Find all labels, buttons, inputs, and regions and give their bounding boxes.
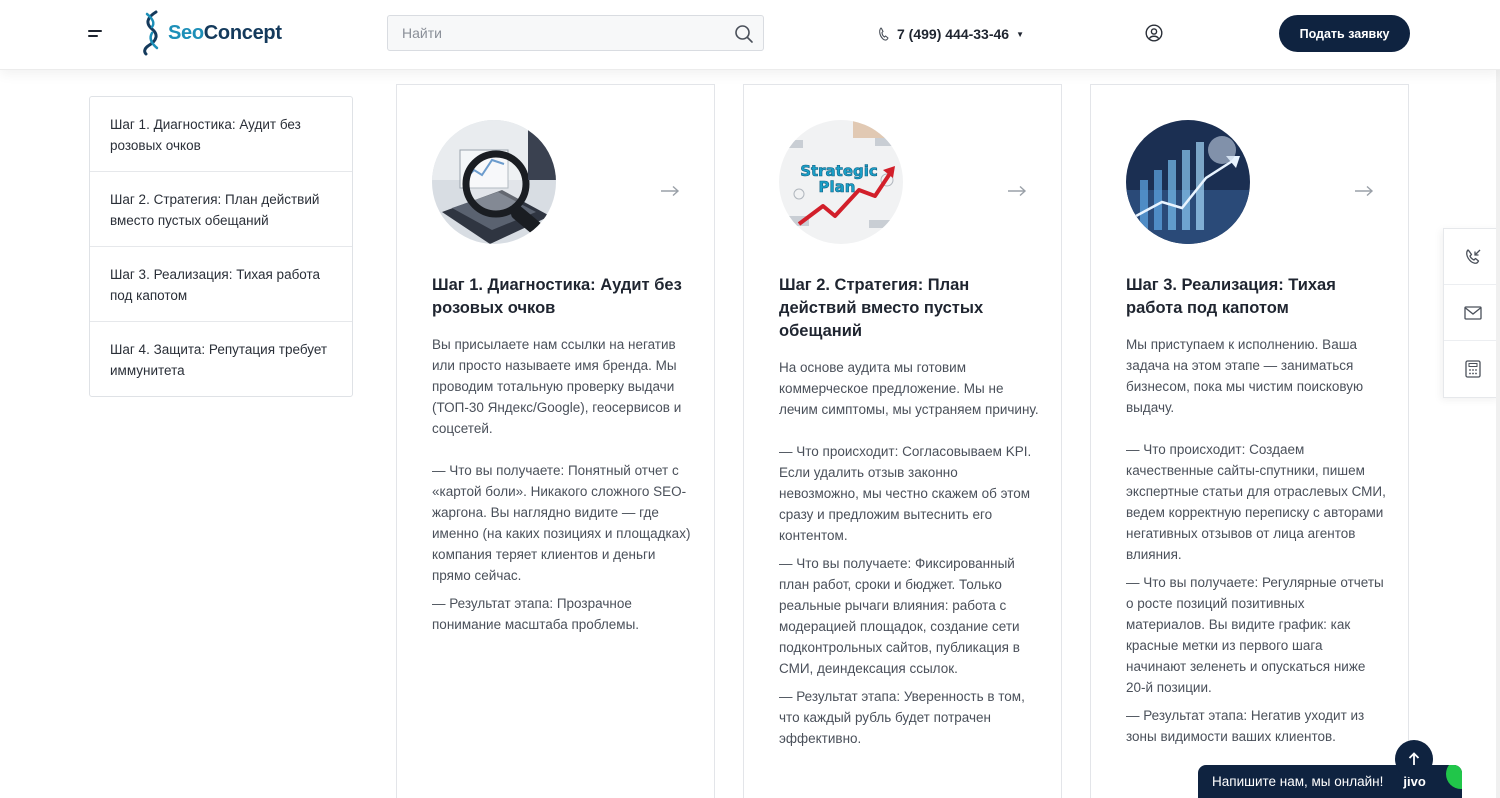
- search-box: [387, 15, 764, 51]
- logo-seo: Seo: [168, 21, 204, 44]
- magnifier-laptop-image: [432, 120, 556, 244]
- callback-icon: [1465, 248, 1480, 264]
- submit-request-button[interactable]: Подать заявку: [1279, 15, 1410, 52]
- card-bullet: — Что вы получаете: Фиксированный план р…: [779, 556, 1020, 676]
- phone-dropdown[interactable]: 7 (499) 444-33-46 ▼: [878, 24, 1024, 44]
- logo[interactable]: SeoConcept: [140, 10, 282, 56]
- card-bullet: — Что вы получаете: Понятный отчет с «ка…: [432, 463, 691, 583]
- card-bullet: — Что вы получаете: Регулярные отчеты о …: [1126, 575, 1384, 695]
- card-intro: Мы приступаем к исполнению. Ваша задача …: [1126, 337, 1364, 415]
- strategic-plan-image: Strategic Plan: [779, 120, 903, 244]
- user-profile-icon[interactable]: [1145, 24, 1163, 42]
- chevron-down-icon: ▼: [1016, 29, 1024, 39]
- step-card-1: Шаг 1. Диагностика: Аудит без розовых оч…: [396, 84, 715, 798]
- card-bullet: — Результат этапа: Уверенность в том, чт…: [779, 689, 1025, 746]
- calculator-button[interactable]: [1444, 341, 1500, 397]
- chat-label: Напишите нам, мы онлайн!: [1212, 774, 1384, 789]
- arrow-right-icon[interactable]: [1007, 185, 1027, 197]
- digital-growth-image: [1126, 120, 1250, 244]
- card-bullet: — Что происходит: Создаем качественные с…: [1126, 442, 1386, 562]
- steps-nav-item-4[interactable]: Шаг 4. Защита: Репутация требует иммунит…: [90, 322, 352, 396]
- card-bullet: — Результат этапа: Негатив уходит из зон…: [1126, 708, 1365, 744]
- menu-burger-icon[interactable]: [88, 28, 104, 40]
- search-icon[interactable]: [733, 23, 755, 45]
- arrow-right-icon[interactable]: [660, 185, 680, 197]
- mail-icon: [1463, 305, 1482, 320]
- card-body: На основе аудита мы готовим коммерческое…: [779, 357, 1039, 756]
- arrow-up-icon: [1408, 752, 1420, 765]
- card-title: Шаг 3. Реализация: Тихая работа под капо…: [1126, 276, 1336, 317]
- scroll-to-top-button[interactable]: [1395, 740, 1433, 778]
- callback-button[interactable]: [1444, 229, 1500, 285]
- steps-nav: Шаг 1. Диагностика: Аудит без розовых оч…: [89, 96, 353, 397]
- steps-nav-item-2[interactable]: Шаг 2. Стратегия: План действий вместо п…: [90, 172, 352, 247]
- online-status-dot: [1446, 765, 1462, 789]
- search-input[interactable]: [388, 16, 718, 50]
- card-bullet: — Что происходит: Согласовываем KPI. Есл…: [779, 444, 1032, 543]
- arrow-right-icon[interactable]: [1354, 185, 1374, 197]
- contact-float-panel: [1443, 228, 1500, 398]
- card-intro: На основе аудита мы готовим коммерческое…: [779, 360, 1039, 417]
- card-body: Мы приступаем к исполнению. Ваша задача …: [1126, 334, 1386, 754]
- calculator-icon: [1464, 360, 1481, 378]
- card-title: Шаг 2. Стратегия: План действий вместо п…: [779, 276, 984, 340]
- steps-nav-item-3[interactable]: Шаг 3. Реализация: Тихая работа под капо…: [90, 247, 352, 322]
- phone-number: 7 (499) 444-33-46: [897, 26, 1010, 42]
- phone-icon: [879, 27, 889, 41]
- logo-text: SeoConcept: [168, 22, 282, 45]
- card-body: Вы присылаете нам ссылки на негатив или …: [432, 334, 692, 642]
- dna-logo-icon: [143, 10, 159, 56]
- email-button[interactable]: [1444, 285, 1500, 341]
- card-bullet: — Результат этапа: Прозрачное понимание …: [432, 596, 640, 632]
- card-title: Шаг 1. Диагностика: Аудит без розовых оч…: [432, 276, 682, 317]
- page-scrollbar[interactable]: [1496, 0, 1500, 798]
- logo-concept: Concept: [203, 21, 282, 44]
- step-card-3: Шаг 3. Реализация: Тихая работа под капо…: [1090, 84, 1409, 798]
- step-card-2: Strategic Plan Шаг 2. Стратегия: План де…: [743, 84, 1062, 798]
- card-intro: Вы присылаете нам ссылки на негатив или …: [432, 337, 682, 436]
- steps-nav-item-1[interactable]: Шаг 1. Диагностика: Аудит без розовых оч…: [90, 97, 352, 172]
- strategic-plan-line2: Plan: [819, 178, 856, 196]
- site-header: SeoConcept 7 (499) 444-33-46 ▼ Подать за…: [0, 0, 1500, 70]
